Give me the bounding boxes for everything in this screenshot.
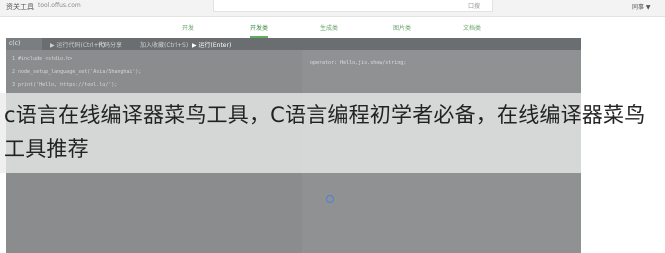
tab-docs[interactable]: 文档类: [463, 23, 481, 32]
share-code-button[interactable]: 代码分享: [98, 40, 122, 49]
output-text: operator: Hello,jis.show/string;: [310, 60, 407, 66]
user-menu[interactable]: 同事 ▼: [632, 2, 651, 11]
search-box[interactable]: 口搜: [213, 0, 493, 12]
site-url[interactable]: tool.offus.com: [38, 2, 81, 9]
run-button[interactable]: ▶ 运行(Enter): [192, 40, 231, 49]
language-select[interactable]: c(c): [6, 38, 42, 50]
run-code-button[interactable]: ▶ 运行代码(Ctrl+R): [50, 40, 105, 49]
code-line: 3 print('Hello, https://tool.lu/');: [12, 82, 118, 88]
editor-toolbar: c(c) ▶ 运行代码(Ctrl+R) 代码分享 加入收藏(Ctrl+S) ▶ …: [6, 38, 581, 50]
code-line: 2 node_setup_language_set('Asia/Shanghai…: [12, 69, 142, 75]
caption-text: c语言在线编译器菜鸟工具，C语言编程初学者必备，在线编译器菜鸟工具推荐: [4, 103, 646, 161]
search-button[interactable]: 口搜: [468, 1, 480, 10]
brand-label[interactable]: 资关工具: [6, 2, 34, 12]
tab-generate[interactable]: 生成类: [320, 23, 338, 32]
loading-spinner-icon: [326, 195, 334, 203]
tab-bar: 开发 开发类 生成类 图片类 文档类: [0, 16, 665, 38]
top-bar: 资关工具 tool.offus.com 口搜 同事 ▼: [0, 0, 665, 17]
code-line: 1 #include <stdio.h>: [12, 56, 73, 62]
favorite-button[interactable]: 加入收藏(Ctrl+S): [140, 40, 188, 49]
tab-image[interactable]: 图片类: [393, 23, 411, 32]
tab-dev[interactable]: 开发: [182, 23, 194, 32]
tab-dev-class[interactable]: 开发类: [250, 23, 269, 38]
